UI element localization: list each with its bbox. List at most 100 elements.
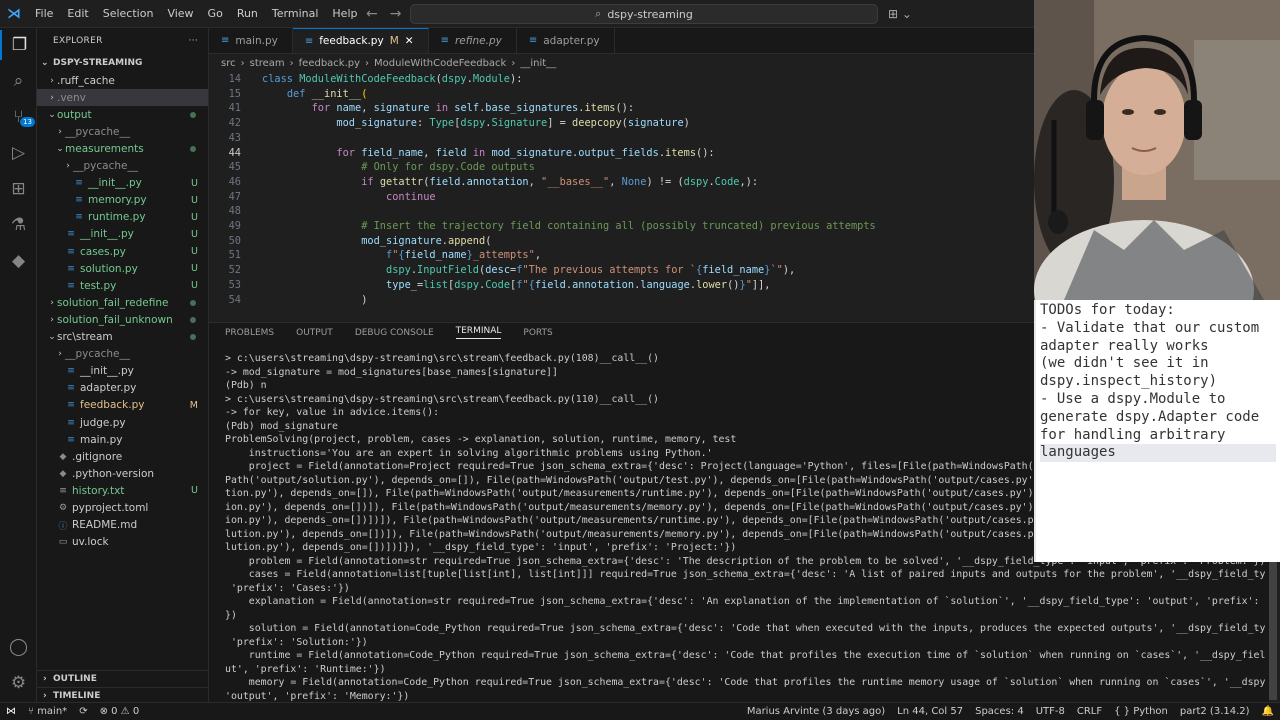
run-debug-icon[interactable]: ▷ — [0, 138, 37, 168]
breadcrumb-separator: › — [289, 57, 294, 69]
extensions-icon[interactable]: ⊞ — [0, 174, 37, 204]
vscode-logo-icon: ⋊ — [7, 5, 21, 22]
forward-arrow-icon[interactable]: → — [390, 6, 402, 22]
menu-view[interactable]: View — [160, 0, 200, 28]
close-icon[interactable]: ✕ — [405, 35, 414, 47]
menu-file[interactable]: File — [28, 0, 60, 28]
indentation[interactable]: Spaces: 4 — [969, 706, 1030, 717]
file-item[interactable]: ≡ memory.py U — [37, 192, 208, 209]
menu-run[interactable]: Run — [230, 0, 265, 28]
branch-icon[interactable]: ⑂ main* — [22, 706, 73, 717]
todo-line: - Validate that our custom — [1040, 319, 1260, 336]
file-item[interactable]: ≡ __init__.py — [37, 363, 208, 380]
sync-icon[interactable]: ⟳ — [73, 706, 93, 717]
folder-item[interactable]: ⌄ output — [37, 106, 208, 123]
search-view-icon[interactable]: ⌕ — [0, 66, 37, 96]
file-item[interactable]: ⚙ pyproject.toml — [37, 500, 208, 517]
source-control-icon[interactable]: ⑂ 13 — [0, 102, 37, 132]
folder-item[interactable]: › __pycache__ — [37, 346, 208, 363]
menu-help[interactable]: Help — [325, 0, 364, 28]
search-icon: ⌕ — [595, 7, 602, 20]
testing-icon[interactable]: ⚗ — [0, 210, 37, 240]
file-item[interactable]: ≡ adapter.py — [37, 380, 208, 397]
explorer-title: EXPLORER — [53, 36, 103, 46]
webcam-feed — [1034, 0, 1280, 300]
file-item[interactable]: ≡ judge.py — [37, 414, 208, 431]
file-item[interactable]: ▭ uv.lock — [37, 534, 208, 551]
tab-main-py[interactable]: ≡ main.py — [209, 28, 293, 53]
code-editor[interactable]: 14 class ModuleWithCodeFeedback(dspy.Modu… — [209, 72, 1034, 312]
folder-item[interactable]: › solution_fail_unknown — [37, 311, 208, 328]
terminal-line: 'prefix': 'Cases:'}) — [225, 582, 350, 594]
file-item[interactable]: ≡ solution.py U — [37, 260, 208, 277]
file-item[interactable]: ≡ cases.py U — [37, 243, 208, 260]
folder-item[interactable]: › .ruff_cache — [37, 72, 208, 89]
remote-indicator-icon[interactable]: ⋈ — [0, 703, 22, 720]
code-text: # Insert the trajectory field containing… — [361, 220, 876, 232]
settings-gear-icon[interactable]: ⚙ — [0, 668, 37, 698]
tab-label: adapter.py — [543, 34, 600, 47]
breadcrumb-item[interactable]: src — [221, 58, 236, 69]
line-endings[interactable]: CRLF — [1071, 706, 1108, 717]
folder-item[interactable]: ⌄ measurements — [37, 140, 208, 157]
command-center-search[interactable]: ⌕ dspy-streaming — [410, 4, 878, 24]
breadcrumb-item[interactable]: ModuleWithCodeFeedback — [374, 58, 506, 69]
breadcrumb-item[interactable]: stream — [250, 58, 285, 69]
menu-terminal[interactable]: Terminal — [265, 0, 326, 28]
encoding[interactable]: UTF-8 — [1030, 706, 1071, 717]
file-item[interactable]: ≡ runtime.py U — [37, 209, 208, 226]
timeline-section[interactable]: › TIMELINE — [37, 687, 208, 703]
panel-tab-output[interactable]: OUTPUT — [296, 328, 333, 338]
panel-tabs: PROBLEMS OUTPUT DEBUG CONSOLE TERMINAL PORTS — [209, 322, 1034, 342]
python-interpreter[interactable]: part2 (3.14.2) — [1174, 706, 1256, 717]
notifications-bell-icon[interactable]: 🔔 — [1256, 706, 1280, 717]
more-actions-icon[interactable]: ··· — [189, 36, 198, 46]
line-number: 53 — [228, 278, 241, 291]
file-item[interactable]: ≡ main.py — [37, 431, 208, 448]
panel-tab-ports[interactable]: PORTS — [523, 328, 552, 338]
python-icon[interactable]: ◆ — [0, 246, 37, 276]
file-item[interactable]: ⓘ README.md — [37, 517, 208, 534]
explorer-icon[interactable]: ❐ — [0, 30, 37, 60]
tab-feedback-py[interactable]: ≡ feedback.py M ✕ — [292, 28, 429, 53]
tree-item-label: test.py — [80, 279, 117, 292]
file-item[interactable]: ≡ __init__.py U — [37, 175, 208, 192]
folder-item[interactable]: › .venv — [37, 89, 208, 107]
menu-edit[interactable]: Edit — [60, 0, 95, 28]
menu-selection[interactable]: Selection — [96, 0, 161, 28]
code-text: ) — [361, 293, 368, 306]
breadcrumb-item[interactable]: feedback.py — [299, 58, 360, 69]
code-line: 45 # Only for dspy.Code outputs — [209, 160, 1034, 175]
tab-label: feedback.py — [319, 35, 384, 47]
tab-adapter-py[interactable]: ≡ adapter.py — [517, 28, 615, 53]
panel-tab-terminal[interactable]: TERMINAL — [455, 326, 502, 339]
folder-item[interactable]: › solution_fail_redefine — [37, 294, 208, 311]
workspace-root[interactable]: ⌄ DSPY-STREAMING — [37, 54, 208, 72]
file-item[interactable]: ◆ .python-version — [37, 465, 208, 482]
back-arrow-icon[interactable]: ← — [366, 6, 378, 22]
git-blame[interactable]: Marius Arvinte (3 days ago) — [741, 706, 891, 717]
tree-item-label: solution_fail_redefine — [57, 296, 169, 309]
panel-tab-problems[interactable]: PROBLEMS — [225, 328, 274, 338]
panel-tab-debug-console[interactable]: DEBUG CONSOLE — [355, 328, 434, 338]
folder-item[interactable]: › __pycache__ — [37, 123, 208, 140]
file-item[interactable]: ≡ test.py U — [37, 277, 208, 294]
breadcrumb-item[interactable]: __init__ — [520, 58, 556, 69]
account-icon[interactable]: ◯ — [0, 632, 37, 662]
terminal-scrollbar[interactable] — [1269, 560, 1277, 700]
git-status-dot — [190, 111, 196, 118]
cursor-position[interactable]: Ln 44, Col 57 — [891, 706, 969, 717]
file-item[interactable]: ◆ .gitignore — [37, 448, 208, 465]
file-item[interactable]: ≡ feedback.py M — [37, 397, 208, 414]
file-item[interactable]: ≡ history.txt U — [37, 482, 208, 499]
folder-item[interactable]: ⌄ src\stream — [37, 329, 208, 346]
tab-refine-py[interactable]: ≡ refine.py — [429, 28, 517, 53]
language-mode[interactable]: { } Python — [1108, 706, 1174, 717]
menu-go[interactable]: Go — [201, 0, 230, 28]
problems-indicator[interactable]: ⊗ 0 ⚠ 0 — [94, 706, 146, 717]
copilot-icon[interactable]: ⊞ ⌄ — [888, 0, 912, 28]
folder-item[interactable]: › __pycache__ — [37, 158, 208, 175]
outline-section[interactable]: › OUTLINE — [37, 670, 208, 686]
file-item[interactable]: ≡ __init__.py U — [37, 226, 208, 243]
python-file-icon: ≡ — [304, 35, 314, 47]
